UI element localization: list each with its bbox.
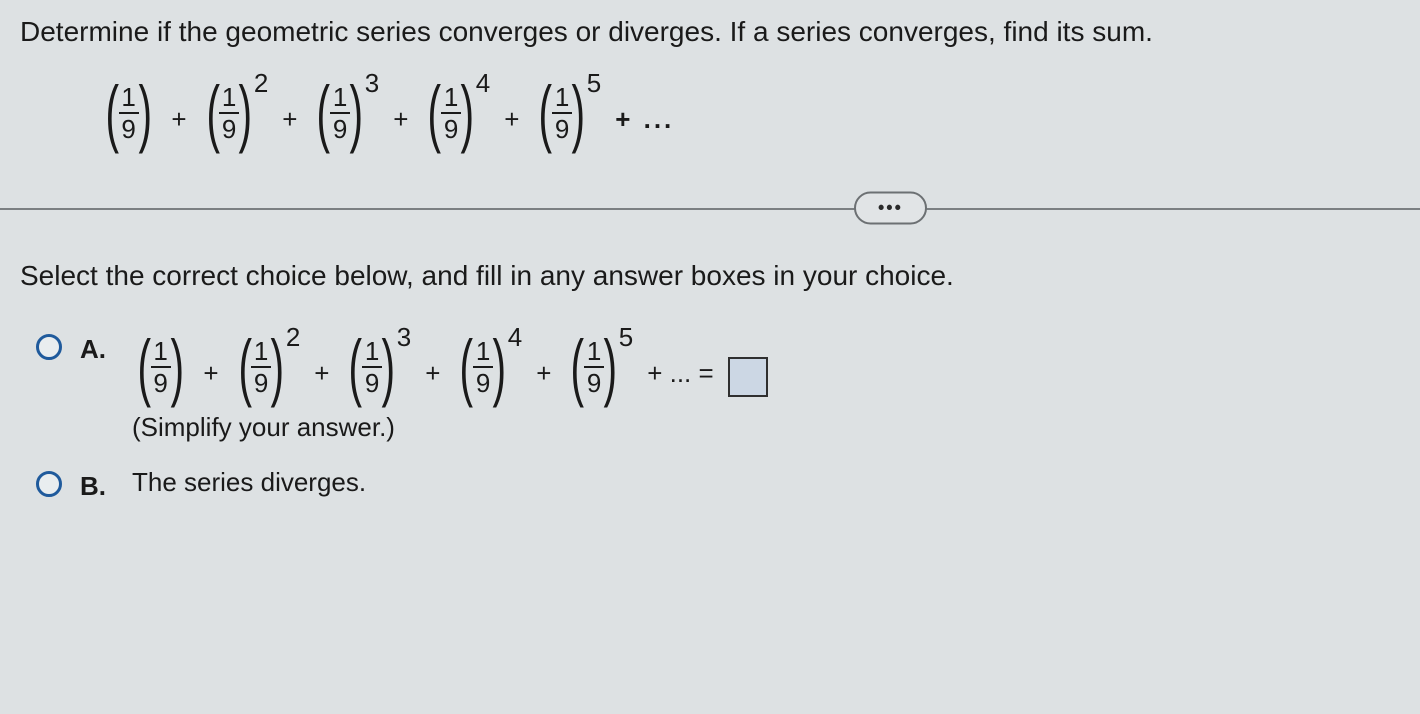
choice-b-label: B.	[80, 471, 114, 502]
term-4: ( 19 ) 4	[422, 74, 490, 148]
term-1: ( 19 )	[100, 74, 157, 148]
answer-input-box[interactable]	[728, 357, 768, 397]
sub-instruction: Select the correct choice below, and fil…	[20, 260, 1400, 292]
choice-a-label: A.	[80, 334, 114, 365]
series-formula: ( 19 ) + ( 19 ) 2 + ( 19 ) 3 + ( 19 ) 4 …	[100, 74, 1400, 148]
plus-sign: +	[282, 104, 297, 135]
ellipsis-pill[interactable]: •••	[854, 192, 927, 225]
simplify-note: (Simplify your answer.)	[132, 412, 768, 443]
plus-sign: +	[393, 104, 408, 135]
choice-a-formula: ( 19 ) + ( 19 ) 2 + ( 19 ) 3 + ( 19	[132, 328, 768, 402]
equals-tail: + ... =	[647, 358, 714, 389]
question-text: Determine if the geometric series conver…	[20, 16, 1400, 48]
section-divider: •••	[20, 194, 1400, 222]
plus-sign: +	[504, 104, 519, 135]
choice-b-text: The series diverges.	[132, 467, 366, 498]
trailing-dots: + ...	[615, 104, 674, 135]
term-5: ( 19 ) 5	[533, 74, 601, 148]
choice-a-row: A. ( 19 ) + ( 19 ) 2 + ( 19 ) 3 +	[36, 328, 1400, 443]
term-3: ( 19 ) 3	[311, 74, 379, 148]
term-2: ( 19 ) 2	[201, 74, 269, 148]
radio-a[interactable]	[36, 334, 62, 360]
plus-sign: +	[171, 104, 186, 135]
radio-b[interactable]	[36, 471, 62, 497]
choice-b-row: B. The series diverges.	[36, 465, 1400, 502]
